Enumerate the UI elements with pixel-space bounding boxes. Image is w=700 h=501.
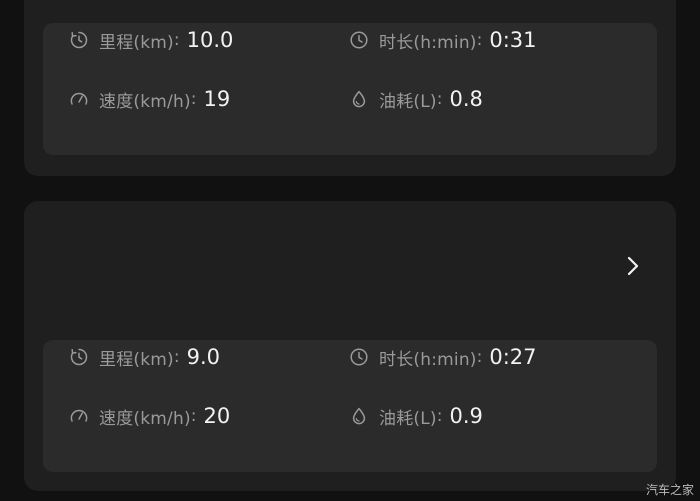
label-colon: :	[476, 30, 483, 50]
trip-card[interactable]: 里程(km) : 9.0 时长(h:min) : 0:27 速度(km/h) :…	[24, 201, 676, 491]
label-colon: :	[436, 406, 443, 426]
fuel-stat: 油耗(L) : 0.8	[349, 84, 483, 114]
label-colon: :	[190, 89, 197, 109]
speed-label: 速度(km/h)	[99, 91, 191, 112]
distance-stat: 里程(km) : 9.0	[69, 342, 220, 372]
speed-label: 速度(km/h)	[99, 408, 191, 429]
speed-value: 20	[203, 404, 231, 428]
speedometer-icon	[69, 89, 89, 109]
trip-stats-panel: 里程(km) : 9.0 时长(h:min) : 0:27 速度(km/h) :…	[43, 340, 657, 472]
label-colon: :	[436, 89, 443, 109]
droplet-icon	[349, 406, 369, 426]
label-colon: :	[190, 406, 197, 426]
fuel-value: 0.8	[449, 87, 483, 111]
speedometer-icon	[69, 406, 89, 426]
duration-label: 时长(h:min)	[379, 32, 477, 53]
clock-icon	[349, 30, 369, 50]
distance-label: 里程(km)	[99, 32, 174, 53]
speed-stat: 速度(km/h) : 19	[69, 84, 230, 114]
fuel-stat: 油耗(L) : 0.9	[349, 401, 483, 431]
timer-cycle-icon	[69, 347, 89, 367]
distance-value: 10.0	[186, 28, 234, 52]
fuel-label: 油耗(L)	[379, 408, 437, 429]
distance-stat: 里程(km) : 10.0	[69, 25, 233, 55]
watermark: 汽车之家	[645, 483, 694, 497]
fuel-label: 油耗(L)	[379, 91, 437, 112]
duration-value: 0:31	[489, 28, 537, 52]
speed-value: 19	[203, 87, 231, 111]
distance-label: 里程(km)	[99, 349, 174, 370]
droplet-icon	[349, 89, 369, 109]
speed-stat: 速度(km/h) : 20	[69, 401, 230, 431]
fuel-value: 0.9	[449, 404, 483, 428]
duration-value: 0:27	[489, 345, 537, 369]
distance-value: 9.0	[186, 345, 221, 369]
duration-stat: 时长(h:min) : 0:27	[349, 342, 537, 372]
label-colon: :	[173, 347, 180, 367]
chevron-right-icon[interactable]	[622, 253, 644, 279]
trip-card[interactable]: 里程(km) : 10.0 时长(h:min) : 0:31 速度(km/h) …	[24, 0, 676, 176]
trip-stats-panel: 里程(km) : 10.0 时长(h:min) : 0:31 速度(km/h) …	[43, 23, 657, 155]
label-colon: :	[476, 347, 483, 367]
trip-list-screen: 里程(km) : 10.0 时长(h:min) : 0:31 速度(km/h) …	[0, 0, 700, 501]
label-colon: :	[173, 30, 180, 50]
clock-icon	[349, 347, 369, 367]
duration-label: 时长(h:min)	[379, 349, 477, 370]
timer-cycle-icon	[69, 30, 89, 50]
duration-stat: 时长(h:min) : 0:31	[349, 25, 537, 55]
